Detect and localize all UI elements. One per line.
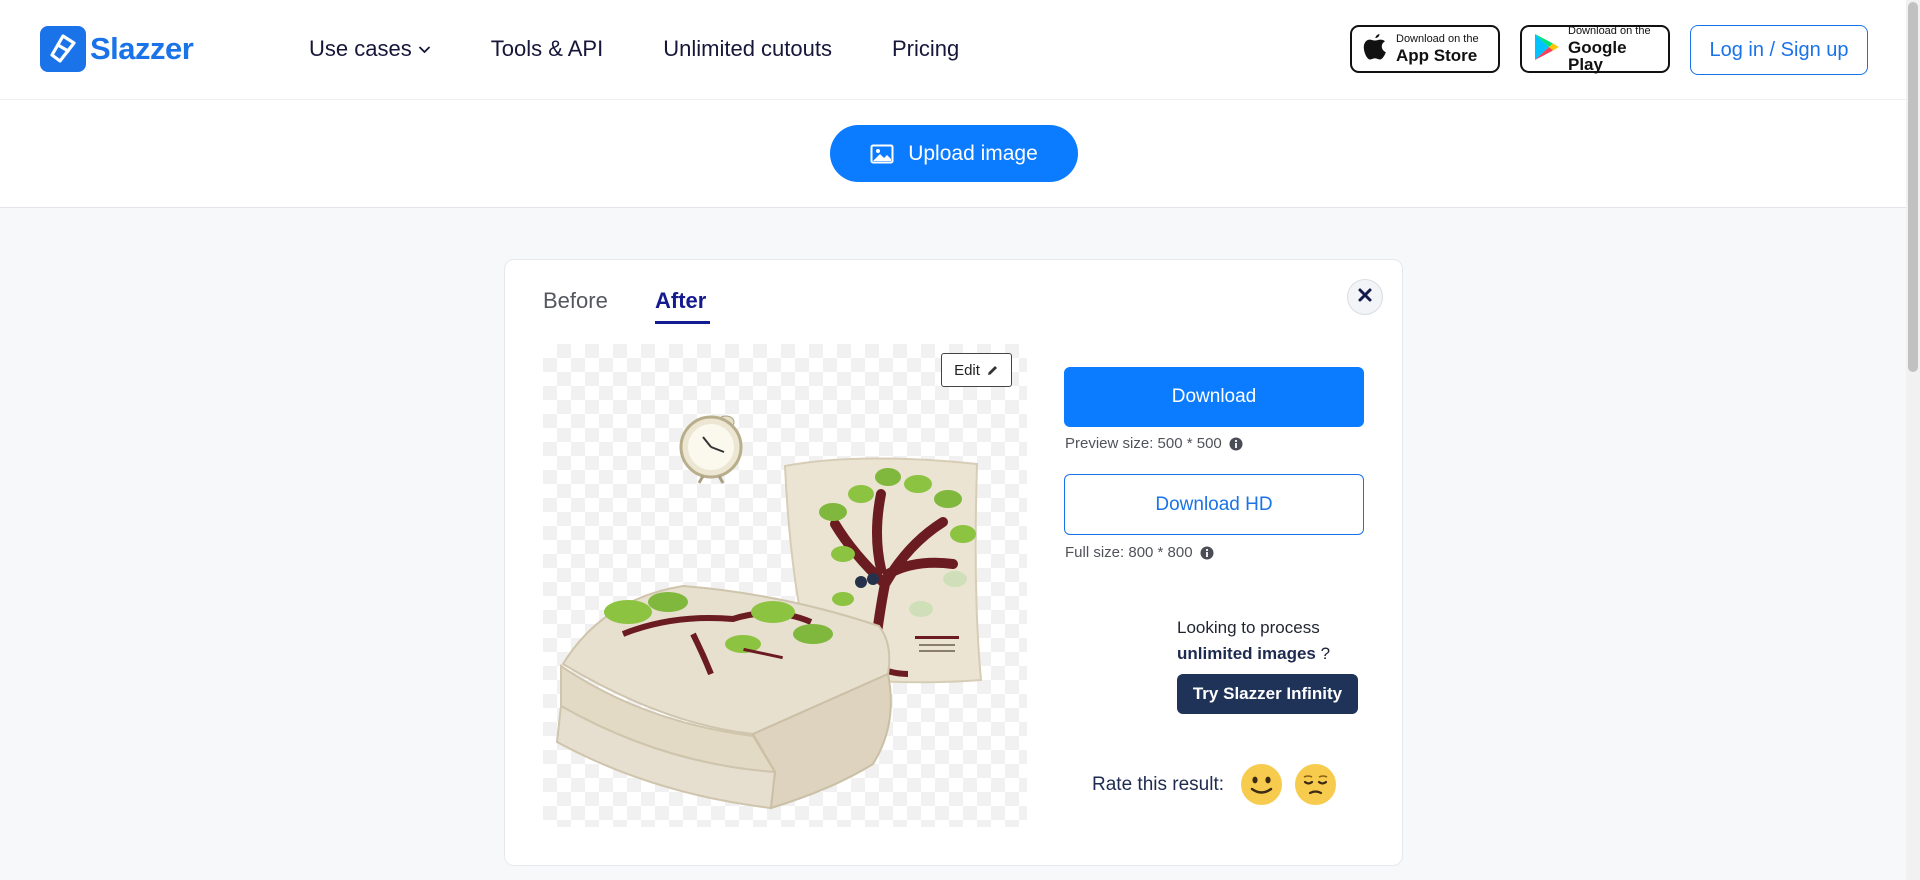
app-store-text: Download on the App Store: [1396, 33, 1479, 65]
disappointed-face-icon[interactable]: [1295, 764, 1336, 805]
main-nav: Use cases Tools & API Unlimited cutouts …: [309, 36, 1019, 62]
download-hd-button[interactable]: Download HD: [1064, 474, 1364, 535]
info-icon[interactable]: [1229, 437, 1243, 451]
apple-icon: [1362, 32, 1388, 67]
promo-line-1: Looking to process: [1177, 618, 1320, 637]
nav-use-cases[interactable]: Use cases: [309, 36, 431, 62]
scrollbar-thumb[interactable]: [1908, 2, 1918, 372]
preview-size-note: Preview size: 500 * 500: [1065, 435, 1243, 452]
info-icon[interactable]: [1200, 546, 1214, 560]
pencil-icon: [986, 364, 999, 377]
slazzer-logo[interactable]: Slazzer: [40, 26, 194, 72]
login-signup-button[interactable]: Log in / Sign up: [1690, 25, 1868, 75]
result-card: Before After Edit Download Preview size:…: [504, 259, 1403, 866]
try-slazzer-infinity-button[interactable]: Try Slazzer Infinity: [1177, 674, 1358, 714]
google-play-text: Download on the Google Play: [1568, 24, 1658, 74]
close-icon: [1357, 287, 1373, 308]
unlimited-promo: Looking to process unlimited images ?: [1177, 615, 1330, 667]
app-store-big-label: App Store: [1396, 46, 1478, 65]
product-cutout-image: [555, 415, 983, 810]
promo-highlight: unlimited images: [1177, 644, 1316, 663]
happy-face-icon[interactable]: [1241, 764, 1282, 805]
nav-pricing[interactable]: Pricing: [892, 36, 959, 62]
google-play-icon: [1532, 32, 1560, 67]
close-button[interactable]: [1347, 279, 1383, 315]
tab-after[interactable]: After: [655, 288, 706, 314]
folded-quilt: [555, 584, 892, 810]
image-icon: [870, 144, 894, 164]
app-store-small-label: Download on the: [1396, 33, 1479, 45]
download-button[interactable]: Download: [1064, 367, 1364, 427]
nav-use-cases-label: Use cases: [309, 36, 412, 61]
active-tab-indicator: [655, 321, 710, 324]
promo-line-2: unlimited images ?: [1177, 641, 1330, 667]
tab-before[interactable]: Before: [543, 288, 608, 314]
slazzer-logo-icon: [40, 26, 86, 72]
edit-label: Edit: [954, 361, 980, 379]
alarm-clock: [679, 415, 743, 484]
full-size-text: Full size: 800 * 800: [1065, 544, 1193, 561]
upload-section: Upload image: [0, 100, 1906, 208]
full-size-note: Full size: 800 * 800: [1065, 544, 1214, 561]
upload-image-button[interactable]: Upload image: [830, 125, 1078, 182]
upload-image-label: Upload image: [908, 141, 1038, 165]
page-scrollbar[interactable]: [1906, 0, 1920, 880]
google-play-button[interactable]: Download on the Google Play: [1520, 25, 1670, 73]
google-play-big-label: Google Play: [1568, 37, 1627, 74]
nav-tools-api[interactable]: Tools & API: [491, 36, 604, 62]
promo-suffix: ?: [1320, 644, 1331, 663]
brand-name: Slazzer: [90, 31, 194, 66]
google-play-small-label: Download on the: [1568, 24, 1651, 37]
chevron-down-icon: [418, 45, 431, 54]
preview-size-text: Preview size: 500 * 500: [1065, 435, 1222, 452]
edit-button[interactable]: Edit: [941, 353, 1012, 387]
result-image-preview: Edit: [543, 344, 1027, 827]
app-store-button[interactable]: Download on the App Store: [1350, 25, 1500, 73]
site-header: Slazzer Use cases Tools & API Unlimited …: [0, 0, 1906, 100]
nav-unlimited-cutouts[interactable]: Unlimited cutouts: [663, 36, 832, 62]
rate-result-label: Rate this result:: [1092, 774, 1224, 795]
